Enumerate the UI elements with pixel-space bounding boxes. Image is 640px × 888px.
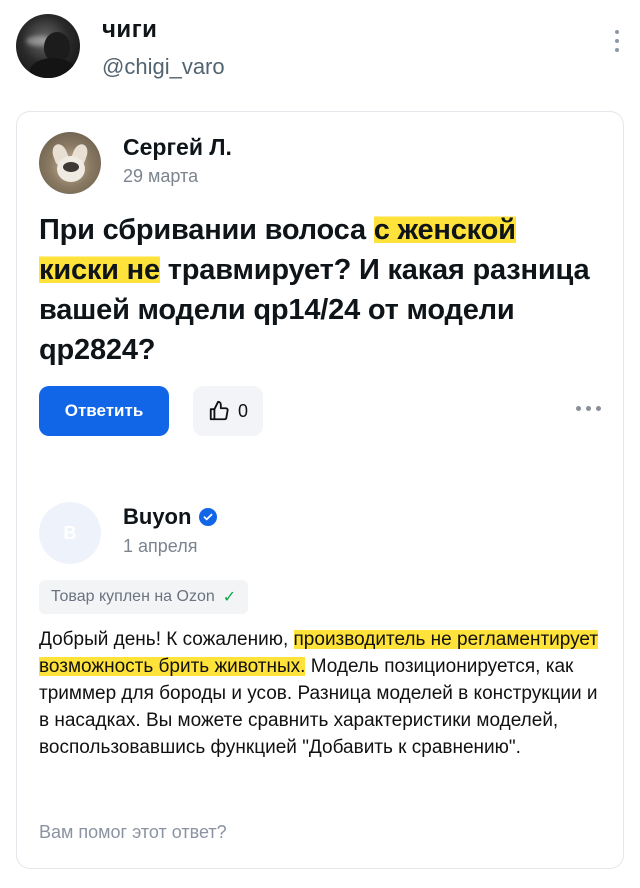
checkmark-icon: ✓ [222, 589, 237, 606]
answer-date: 1 апреля [123, 536, 198, 556]
question-text-part: При сбривании волоса [39, 214, 374, 246]
seller-avatar: B [39, 502, 101, 564]
like-button[interactable]: 0 [193, 386, 263, 436]
display-name[interactable]: чиги [102, 16, 157, 44]
question-highlight: с женской [373, 214, 516, 246]
dog-photo-avatar [39, 132, 101, 194]
tweet-header: чиги @chigi_varo [16, 14, 624, 86]
verified-check-icon [199, 508, 218, 526]
user-handle[interactable]: @chigi_varo [102, 54, 225, 80]
user-avatar[interactable] [16, 14, 80, 78]
thumbs-up-icon [209, 400, 229, 421]
question-text: При сбривании волоса с женской киски не т… [39, 210, 605, 370]
purchase-badge-label: Товар куплен на Ozon [51, 588, 215, 605]
question-author: Сергей Л. [123, 134, 232, 160]
question-answer-card: Сергей Л. 29 марта При сбривании волоса … [16, 111, 624, 869]
question-highlight: киски не [39, 254, 160, 286]
question-date: 29 марта [123, 166, 199, 186]
answer-text: Добрый день! К сожалению, производитель … [39, 626, 609, 761]
horizontal-ellipsis-icon[interactable] [576, 406, 601, 411]
vertical-ellipsis-icon[interactable] [614, 30, 620, 56]
answer-author-row: Buyon [123, 504, 218, 530]
helpful-prompt: Вам помог этот ответ? [39, 822, 227, 842]
reply-button[interactable]: Ответить [39, 386, 169, 436]
purchase-badge: Товар куплен на Ozon ✓ [39, 580, 249, 614]
like-count: 0 [237, 400, 248, 421]
answer-text-part: Добрый день! К сожалению, [39, 629, 294, 650]
answer-author: Buyon [123, 504, 192, 529]
